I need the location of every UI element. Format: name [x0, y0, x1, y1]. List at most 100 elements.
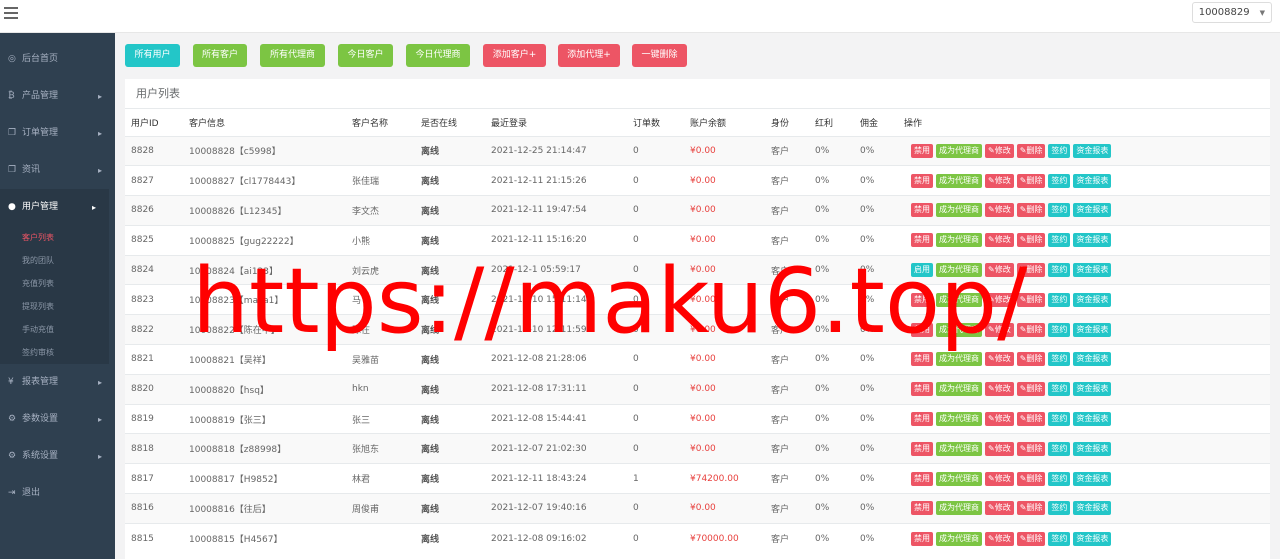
ban-button[interactable]: 禁用 — [911, 203, 933, 218]
fund-report-button[interactable]: 资金报表 — [1073, 412, 1112, 427]
sign-button[interactable]: 签约 — [1048, 173, 1071, 188]
ban-button[interactable]: 禁用 — [911, 143, 933, 158]
sign-button[interactable]: 签约 — [1048, 501, 1071, 516]
make-agent-button[interactable]: 成为代理商 — [936, 352, 982, 367]
ban-button[interactable]: 禁用 — [911, 412, 933, 427]
fund-report-button[interactable]: 资金报表 — [1073, 441, 1112, 456]
sidebar-subitem-4[interactable]: 手动充值 — [0, 318, 109, 341]
delete-button[interactable]: ✎删除 — [1016, 501, 1046, 516]
filter-button-3[interactable]: 今日客户 — [338, 44, 393, 67]
sign-button[interactable]: 签约 — [1048, 412, 1071, 427]
edit-button[interactable]: ✎修改 — [985, 322, 1014, 337]
sign-button[interactable]: 签约 — [1048, 471, 1071, 486]
menu-toggle-icon[interactable] — [4, 7, 18, 21]
sign-button[interactable]: 签约 — [1048, 233, 1071, 248]
ban-button[interactable]: 禁用 — [911, 292, 933, 307]
delete-button[interactable]: ✎删除 — [1016, 292, 1046, 307]
make-agent-button[interactable]: 成为代理商 — [936, 263, 982, 278]
sidebar-item-1[interactable]: ₿ 产品管理 ▸ — [0, 78, 115, 115]
sidebar-subitem-1[interactable]: 我的团队 — [0, 249, 109, 272]
delete-button[interactable]: ✎删除 — [1016, 412, 1046, 427]
fund-report-button[interactable]: 资金报表 — [1073, 292, 1112, 307]
make-agent-button[interactable]: 成为代理商 — [936, 412, 982, 427]
sidebar-item-after-1[interactable]: ⚙ 参数设置 ▸ — [0, 401, 115, 438]
make-agent-button[interactable]: 成为代理商 — [936, 441, 982, 456]
sign-button[interactable]: 签约 — [1048, 352, 1071, 367]
make-agent-button[interactable]: 成为代理商 — [936, 203, 982, 218]
sign-button[interactable]: 签约 — [1048, 441, 1071, 456]
sidebar-item-2[interactable]: ❐ 订单管理 ▸ — [0, 115, 115, 152]
ban-button[interactable]: 禁用 — [911, 382, 933, 397]
ban-button[interactable]: 禁用 — [911, 531, 933, 546]
edit-button[interactable]: ✎修改 — [985, 143, 1014, 158]
make-agent-button[interactable]: 成为代理商 — [936, 233, 982, 248]
delete-button[interactable]: ✎删除 — [1016, 382, 1046, 397]
sign-button[interactable]: 签约 — [1048, 263, 1071, 278]
sidebar-subitem-2[interactable]: 充值列表 — [0, 272, 109, 295]
edit-button[interactable]: ✎修改 — [985, 292, 1014, 307]
make-agent-button[interactable]: 成为代理商 — [936, 143, 982, 158]
ban-button[interactable]: 禁用 — [911, 441, 933, 456]
make-agent-button[interactable]: 成为代理商 — [936, 173, 982, 188]
sidebar-item-after-2[interactable]: ⚙ 系统设置 ▸ — [0, 438, 115, 475]
ban-button[interactable]: 禁用 — [911, 352, 933, 367]
edit-button[interactable]: ✎修改 — [985, 352, 1014, 367]
delete-button[interactable]: ✎删除 — [1016, 173, 1046, 188]
edit-button[interactable]: ✎修改 — [985, 531, 1014, 546]
ban-button[interactable]: 禁用 — [911, 471, 933, 486]
make-agent-button[interactable]: 成为代理商 — [936, 292, 982, 307]
filter-button-4[interactable]: 今日代理商 — [406, 44, 470, 67]
fund-report-button[interactable]: 资金报表 — [1073, 352, 1112, 367]
sidebar-subitem-3[interactable]: 提现列表 — [0, 295, 109, 318]
edit-button[interactable]: ✎修改 — [985, 441, 1014, 456]
delete-button[interactable]: ✎删除 — [1016, 143, 1046, 158]
sidebar-subitem-5[interactable]: 签约审核 — [0, 341, 109, 364]
delete-button[interactable]: ✎删除 — [1016, 471, 1046, 486]
sign-button[interactable]: 签约 — [1048, 322, 1071, 337]
ban-button[interactable]: 禁用 — [911, 322, 933, 337]
fund-report-button[interactable]: 资金报表 — [1073, 471, 1112, 486]
sidebar-item-user-management[interactable]: ● 用户管理 ▸ — [0, 189, 109, 226]
edit-button[interactable]: ✎修改 — [985, 233, 1014, 248]
sign-button[interactable]: 签约 — [1048, 531, 1071, 546]
filter-button-2[interactable]: 所有代理商 — [260, 44, 325, 67]
delete-button[interactable]: ✎删除 — [1016, 263, 1046, 278]
sidebar-item-after-0[interactable]: ¥ 报表管理 ▸ — [0, 364, 115, 401]
delete-button[interactable]: ✎删除 — [1016, 233, 1046, 248]
ban-button[interactable]: 禁用 — [911, 233, 933, 248]
filter-button-7[interactable]: 一键删除 — [632, 44, 687, 67]
delete-button[interactable]: ✎删除 — [1016, 441, 1046, 456]
fund-report-button[interactable]: 资金报表 — [1073, 263, 1112, 278]
filter-button-1[interactable]: 所有客户 — [193, 44, 247, 67]
fund-report-button[interactable]: 资金报表 — [1073, 322, 1112, 337]
delete-button[interactable]: ✎删除 — [1016, 531, 1046, 546]
edit-button[interactable]: ✎修改 — [985, 471, 1014, 486]
delete-button[interactable]: ✎删除 — [1016, 352, 1046, 367]
filter-button-6[interactable]: 添加代理+ — [558, 44, 620, 67]
ban-button[interactable]: 禁用 — [911, 501, 933, 516]
edit-button[interactable]: ✎修改 — [985, 203, 1014, 218]
make-agent-button[interactable]: 成为代理商 — [936, 501, 982, 516]
sidebar-item-0[interactable]: ◎ 后台首页 — [0, 41, 115, 78]
fund-report-button[interactable]: 资金报表 — [1073, 233, 1112, 248]
fund-report-button[interactable]: 资金报表 — [1073, 501, 1112, 516]
edit-button[interactable]: ✎修改 — [985, 263, 1014, 278]
sign-button[interactable]: 签约 — [1048, 382, 1071, 397]
delete-button[interactable]: ✎删除 — [1016, 203, 1046, 218]
make-agent-button[interactable]: 成为代理商 — [936, 531, 982, 546]
make-agent-button[interactable]: 成为代理商 — [936, 471, 982, 486]
make-agent-button[interactable]: 成为代理商 — [936, 382, 982, 397]
fund-report-button[interactable]: 资金报表 — [1073, 143, 1112, 158]
fund-report-button[interactable]: 资金报表 — [1073, 531, 1112, 546]
fund-report-button[interactable]: 资金报表 — [1073, 382, 1112, 397]
user-account-dropdown[interactable]: 10008829 ▼ — [1191, 2, 1272, 23]
filter-button-0[interactable]: 所有用户 — [125, 44, 180, 67]
sidebar-item-after-3[interactable]: ⇥ 退出 — [0, 475, 115, 512]
filter-button-5[interactable]: 添加客户+ — [483, 44, 546, 67]
sidebar-item-3[interactable]: ❐ 资讯 ▸ — [0, 152, 115, 189]
edit-button[interactable]: ✎修改 — [985, 382, 1014, 397]
edit-button[interactable]: ✎修改 — [985, 173, 1014, 188]
sign-button[interactable]: 签约 — [1048, 292, 1071, 307]
sign-button[interactable]: 签约 — [1048, 143, 1071, 158]
ban-button[interactable]: 禁用 — [911, 173, 933, 188]
